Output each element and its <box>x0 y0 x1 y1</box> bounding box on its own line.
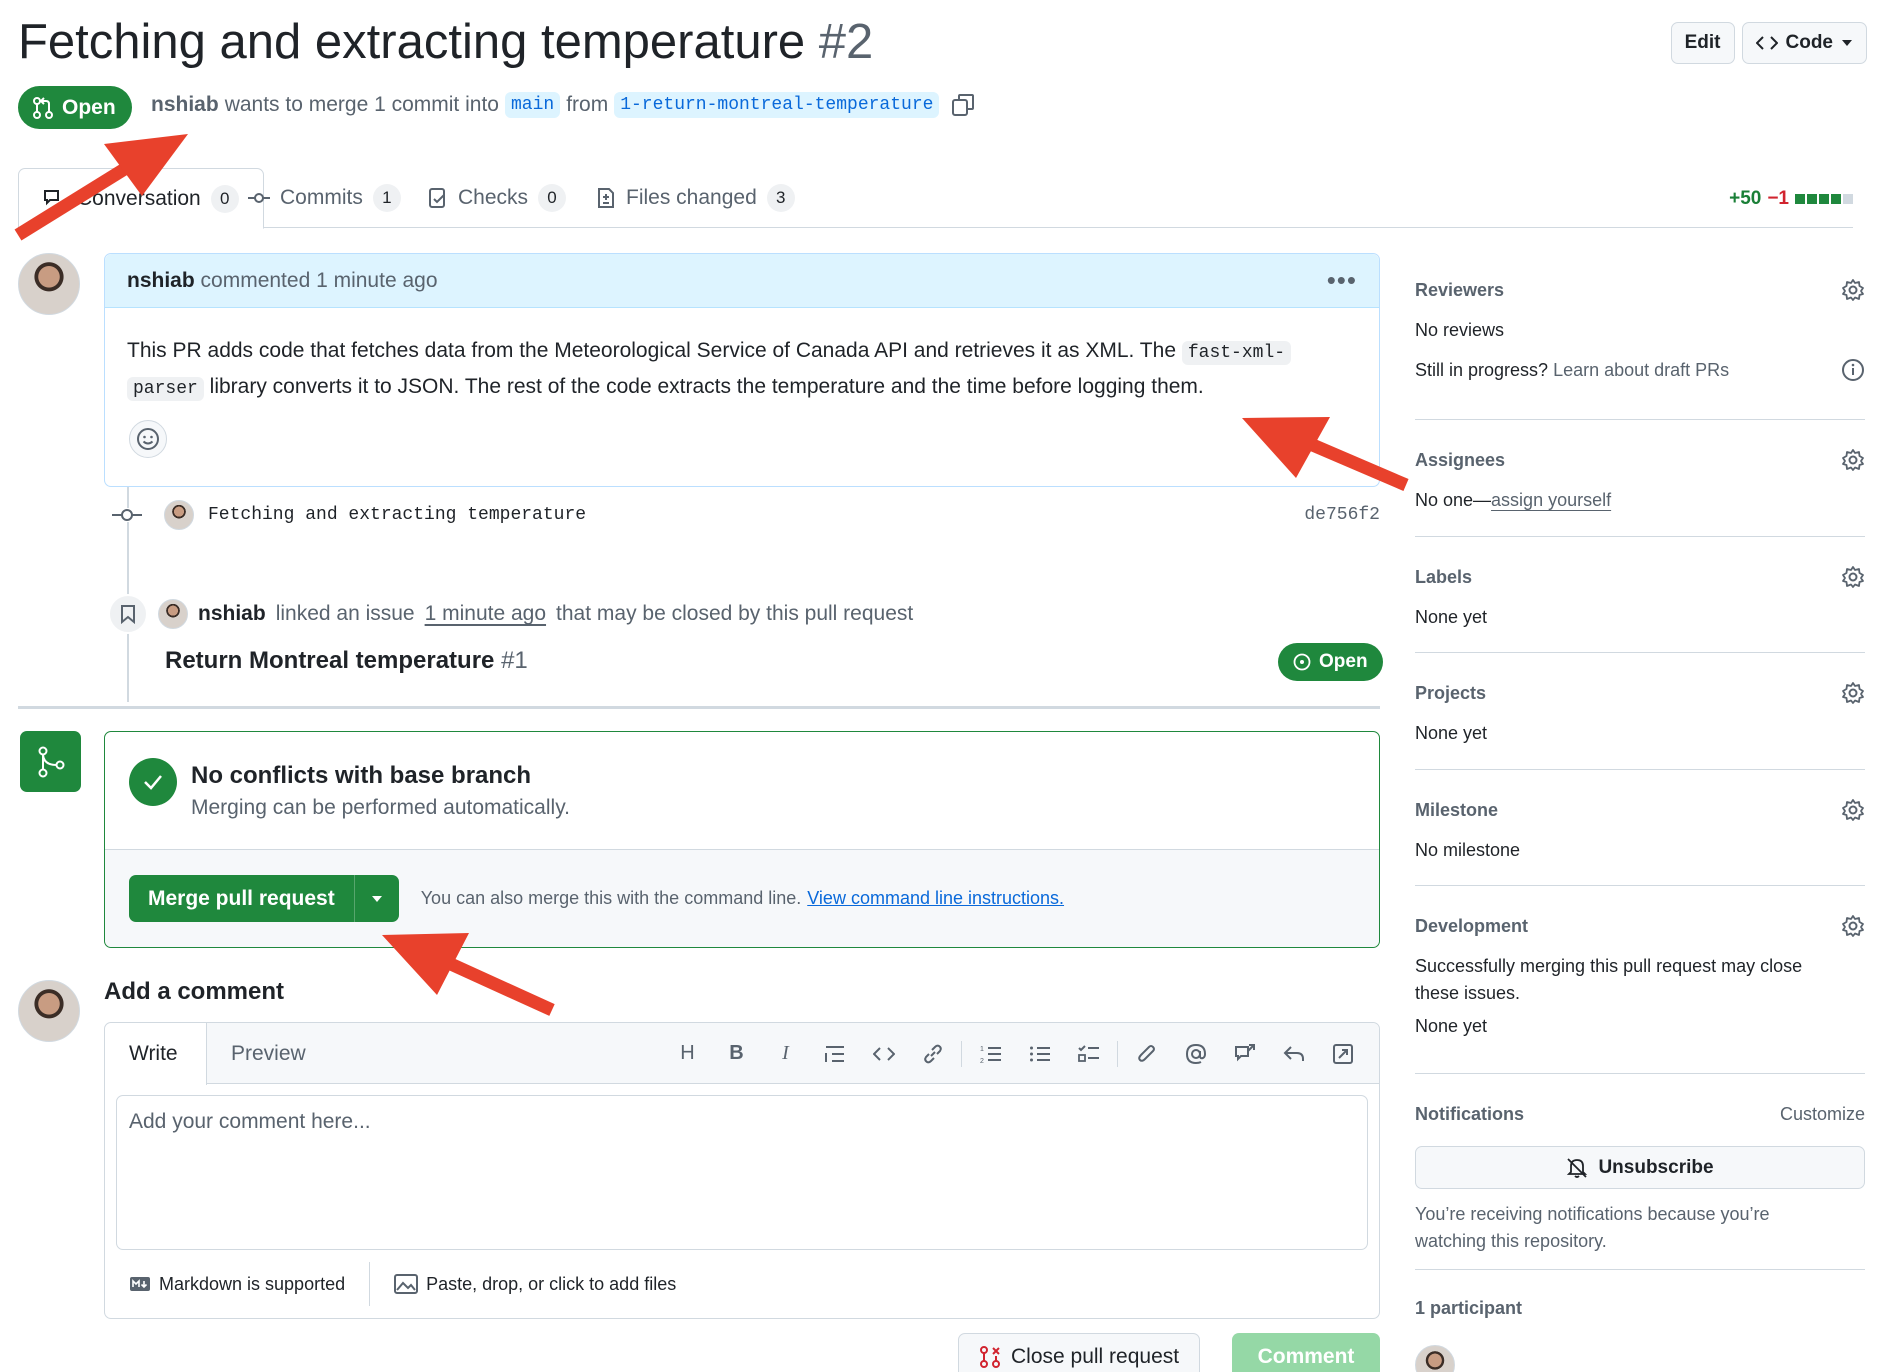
annotation-arrow-state <box>14 134 188 241</box>
annotation-arrow-comment <box>1242 417 1409 491</box>
annotation-arrow-merge <box>382 933 555 1016</box>
annotation-arrows <box>14 134 1409 1016</box>
